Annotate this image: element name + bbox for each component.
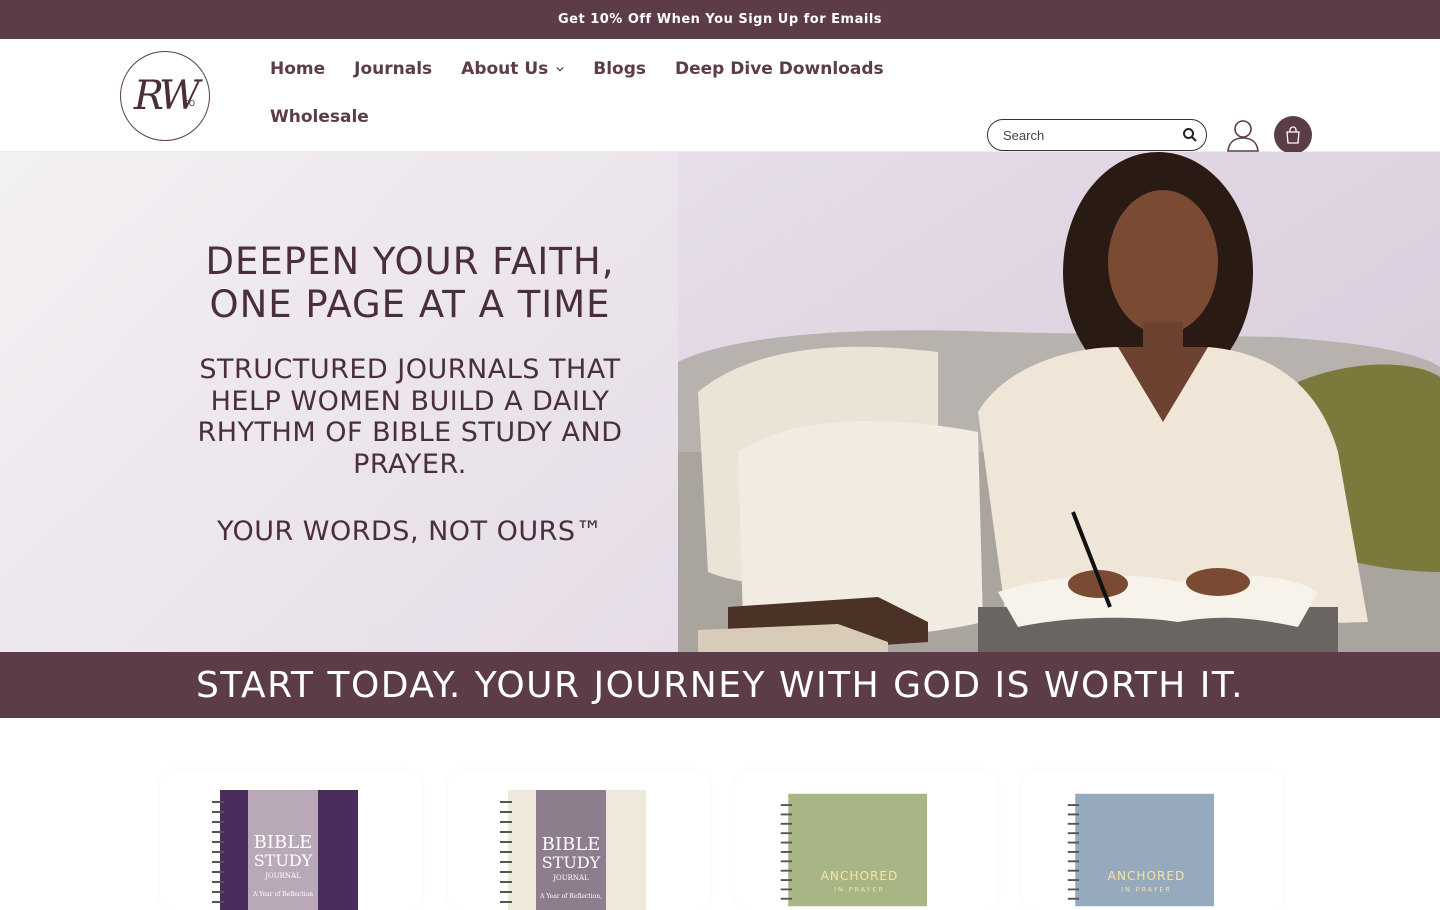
search-icon[interactable] <box>1182 127 1198 143</box>
nav-deep-dive-downloads[interactable]: Deep Dive Downloads <box>675 59 884 79</box>
search-box[interactable] <box>987 119 1207 151</box>
product-card[interactable]: BIBLE STUDY JOURNAL A Year of Reflection <box>160 770 422 910</box>
nav-blogs[interactable]: Blogs <box>593 59 646 79</box>
main-nav: Home Journals About Us Blogs Deep Dive D… <box>270 39 910 139</box>
product-image: BIBLE STUDY JOURNAL A Year of Reflection <box>212 790 358 910</box>
product-cover-note: A Year of Reflection <box>252 891 313 898</box>
nav-wholesale[interactable]: Wholesale <box>270 107 369 127</box>
hero-title: DEEPEN YOUR FAITH, ONE PAGE AT A TIME <box>180 240 640 326</box>
nav-journals-label: Journals <box>354 59 433 79</box>
hero-subtitle: STRUCTURED JOURNALS THAT HELP WOMEN BUIL… <box>197 354 623 480</box>
hero-text-block: DEEPEN YOUR FAITH, ONE PAGE AT A TIME ST… <box>180 240 640 547</box>
product-grid: BIBLE STUDY JOURNAL A Year of Reflection… <box>0 718 1440 910</box>
promo-banner-text: START TODAY. YOUR JOURNEY WITH GOD IS WO… <box>195 664 1245 706</box>
product-card[interactable]: ANCHORED IN PRAYER <box>735 770 997 910</box>
product-cover-title: BIBLE <box>254 832 313 853</box>
cart-button[interactable] <box>1274 116 1312 154</box>
nav-about-label: About Us <box>461 59 549 79</box>
logo-suffix: CO <box>183 99 195 108</box>
announcement-bar[interactable]: Get 10% Off When You Sign Up for Emails <box>0 0 1440 39</box>
product-card[interactable]: BIBLE STUDY JOURNAL A Year of Reflection… <box>448 770 710 910</box>
hero-title-line2: ONE PAGE AT A TIME <box>209 283 611 326</box>
cart-icon <box>1286 126 1300 144</box>
logo-mark: RW <box>133 73 200 119</box>
nav-wholesale-label: Wholesale <box>270 107 369 127</box>
announcement-text[interactable]: Get 10% Off When You Sign Up for Emails <box>558 12 882 27</box>
hero-section: DEEPEN YOUR FAITH, ONE PAGE AT A TIME ST… <box>0 152 1440 652</box>
promo-banner: START TODAY. YOUR JOURNEY WITH GOD IS WO… <box>0 652 1440 718</box>
nav-journals[interactable]: Journals <box>354 59 432 79</box>
nav-downloads-label: Deep Dive Downloads <box>675 59 884 79</box>
nav-home[interactable]: Home <box>270 59 325 79</box>
product-cover-title2: STUDY <box>542 853 601 872</box>
product-image: ANCHORED IN PRAYER <box>1067 793 1214 907</box>
site-logo[interactable]: RW CO <box>120 51 210 141</box>
product-cover-title2: IN PRAYER <box>1121 885 1172 893</box>
product-cover-title2: IN PRAYER <box>834 885 885 893</box>
product-cover-title: ANCHORED <box>821 869 899 883</box>
product-card[interactable]: ANCHORED IN PRAYER <box>1022 770 1284 910</box>
hero-title-line1: DEEPEN YOUR FAITH, <box>205 240 615 283</box>
product-cover-title2: STUDY <box>254 851 313 870</box>
account-icon[interactable] <box>1225 117 1261 153</box>
product-cover-title: ANCHORED <box>1108 869 1186 883</box>
product-image: BIBLE STUDY JOURNAL A Year of Reflection… <box>500 790 646 910</box>
nav-blogs-label: Blogs <box>593 59 647 79</box>
product-cover-title: BIBLE <box>542 834 601 855</box>
site-header: RW CO Home Journals About Us Blogs Deep … <box>0 39 1440 154</box>
nav-home-label: Home <box>270 59 326 79</box>
chevron-down-icon <box>556 66 564 72</box>
hero-tagline: YOUR WORDS, NOT OURS™ <box>216 516 604 547</box>
search-input[interactable] <box>1003 127 1182 143</box>
product-image: ANCHORED IN PRAYER <box>780 793 927 907</box>
product-cover-note: A Year of Reflection, <box>539 893 602 900</box>
product-cover-sub: JOURNAL <box>552 874 589 882</box>
product-cover-sub: JOURNAL <box>264 872 301 880</box>
hero-photo <box>678 152 1440 652</box>
nav-about-us[interactable]: About Us <box>461 59 564 79</box>
